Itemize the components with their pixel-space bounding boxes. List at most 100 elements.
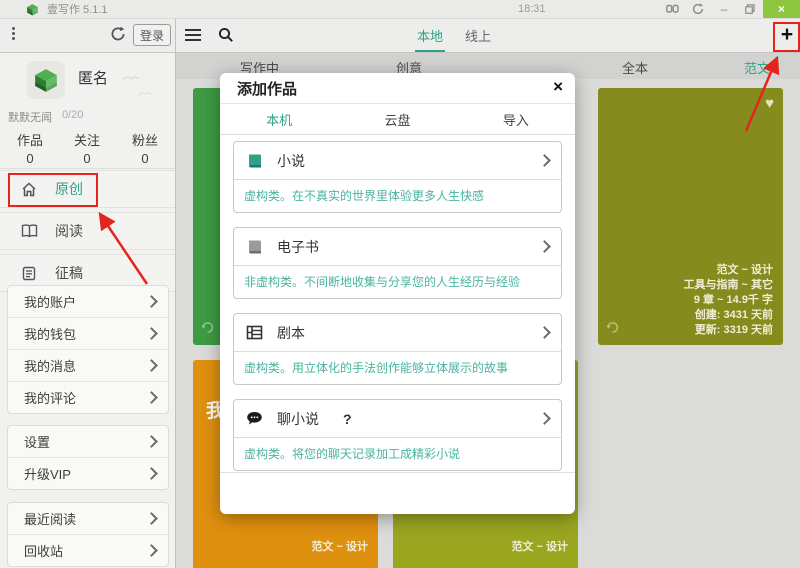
item-label: 我的账户 — [24, 292, 76, 311]
work-type-desc: 虚构类。在不真实的世界里体验更多人生快感 — [234, 179, 561, 212]
work-card-featured[interactable]: ♥ 范文 ~ 设计 工具与指南 ~ 其它 9 章 ~ 14.9千 字 创建: 3… — [598, 88, 783, 345]
tab-online[interactable]: 线上 — [463, 23, 493, 52]
card-meta-line: 创建: 3431 天前 — [683, 308, 773, 323]
sidebar-item-recycle-bin[interactable]: 回收站 — [8, 534, 168, 566]
work-type-novel[interactable]: 小说 虚构类。在不真实的世界里体验更多人生快感 — [233, 141, 562, 213]
sidebar-item-my-comments[interactable]: 我的评论 — [8, 381, 168, 413]
sidebar: 匿名 默默无闻 0/20 作品 0 关注 0 粉丝 0 原创 — [0, 52, 175, 568]
card-meta-line: 9 章 ~ 14.9千 字 — [683, 293, 773, 308]
minimize-icon[interactable]: – — [711, 0, 737, 18]
restore-icon[interactable] — [737, 0, 763, 18]
card-meta-line: 范文 ~ 设计 — [511, 540, 568, 555]
toolbar: 登录 本地 线上 + — [0, 18, 800, 53]
boss-key-icon[interactable] — [659, 0, 685, 18]
favorite-heart-icon[interactable]: ♥ — [765, 95, 774, 112]
close-window-button[interactable]: × — [763, 0, 800, 18]
chevron-right-icon — [538, 154, 551, 167]
card-meta: 范文 ~ 设计 工具与指南 ~ 其它 9 章 ~ 14.9千 字 创建: 343… — [683, 263, 773, 338]
chevron-right-icon — [145, 467, 158, 480]
card-meta-line: 工具与指南 ~ 其它 — [683, 278, 773, 293]
work-type-script[interactable]: 剧本 虚构类。用立体化的手法创作能够立体展示的故事 — [233, 313, 562, 385]
app-logo-icon — [26, 3, 39, 16]
sidebar-item-recent-reading[interactable]: 最近阅读 — [8, 503, 168, 534]
stat-label: 粉丝 — [119, 130, 171, 149]
divider — [0, 168, 175, 169]
kebab-menu-icon[interactable] — [12, 27, 15, 40]
chevron-right-icon — [145, 359, 158, 372]
tab-local[interactable]: 本地 — [415, 23, 445, 52]
history-icon[interactable] — [201, 321, 214, 339]
stat-label: 关注 — [61, 130, 113, 149]
card-meta: 范文 ~ 设计 — [311, 540, 368, 555]
stat-value: 0 — [4, 151, 56, 166]
window-controls: – × — [659, 0, 800, 18]
hamburger-menu-icon[interactable] — [185, 29, 201, 41]
sidebar-item-my-wallet[interactable]: 我的钱包 — [8, 317, 168, 349]
avatar[interactable] — [27, 61, 65, 99]
card-meta-line: 范文 ~ 设计 — [311, 540, 368, 555]
sidebar-group-recent: 最近阅读 回收站 — [7, 502, 169, 567]
help-icon[interactable]: ? — [343, 411, 352, 427]
modal-tab-import[interactable]: 导入 — [457, 104, 575, 134]
modal-footer — [220, 472, 575, 514]
sidebar-group-settings: 设置 升级VIP — [7, 425, 169, 490]
sidebar-item-my-messages[interactable]: 我的消息 — [8, 349, 168, 381]
stat-fans[interactable]: 粉丝 0 — [119, 130, 171, 166]
sidebar-item-label: 征稿 — [55, 263, 83, 283]
clock: 18:31 — [518, 3, 546, 15]
stat-works[interactable]: 作品 0 — [4, 130, 56, 166]
card-meta-line: 范文 ~ 设计 — [683, 263, 773, 278]
open-book-icon — [20, 224, 38, 238]
sidebar-group-account: 我的账户 我的钱包 我的消息 我的评论 — [7, 285, 169, 414]
modal-close-icon[interactable]: × — [553, 77, 563, 97]
stat-following[interactable]: 关注 0 — [61, 130, 113, 166]
bird-watermark — [138, 90, 152, 97]
stat-label: 作品 — [4, 130, 56, 149]
item-label: 升级VIP — [24, 464, 71, 483]
chevron-right-icon — [145, 435, 158, 448]
bird-watermark — [122, 74, 140, 82]
chevron-right-icon — [145, 391, 158, 404]
chevron-right-icon — [538, 240, 551, 253]
chevron-right-icon — [145, 327, 158, 340]
ebook-icon — [246, 239, 263, 255]
card-meta: 范文 ~ 设计 — [511, 540, 568, 555]
item-label: 设置 — [24, 432, 50, 451]
work-type-label: 电子书 — [277, 237, 319, 257]
sidebar-item-my-account[interactable]: 我的账户 — [8, 286, 168, 317]
sync-icon[interactable] — [685, 0, 711, 18]
work-type-ebook[interactable]: 电子书 非虚构类。不间断地收集与分享您的人生经历与经验 — [233, 227, 562, 299]
edit-pencil-icon[interactable] — [768, 59, 780, 77]
work-type-chat-novel[interactable]: 聊小说 ? 虚构类。将您的聊天记录加工成精彩小说 — [233, 399, 562, 471]
sidebar-item-upgrade-vip[interactable]: 升级VIP — [8, 457, 168, 489]
avatar-book-icon — [33, 67, 59, 93]
sidebar-item-settings[interactable]: 设置 — [8, 426, 168, 457]
add-work-modal: 添加作品 × 本机 云盘 导入 小说 虚构类。在不真实的世界里体验更多人生快感 … — [220, 73, 575, 514]
item-label: 最近阅读 — [24, 509, 76, 528]
subtab-full[interactable]: 全本 — [622, 58, 648, 77]
item-label: 回收站 — [24, 541, 63, 560]
chat-bubble-icon — [246, 411, 263, 426]
chevron-right-icon — [145, 295, 158, 308]
refresh-icon[interactable] — [110, 26, 126, 47]
sidebar-item-reading[interactable]: 阅读 — [0, 212, 175, 250]
stat-value: 0 — [119, 151, 171, 166]
work-type-label: 小说 — [277, 151, 305, 171]
add-work-button[interactable]: + — [774, 22, 800, 48]
novel-book-icon — [246, 153, 263, 169]
search-icon[interactable] — [218, 27, 234, 48]
modal-body: 小说 虚构类。在不真实的世界里体验更多人生快感 电子书 非虚构类。不间断地收集与… — [220, 135, 575, 471]
work-type-desc: 虚构类。用立体化的手法创作能够立体展示的故事 — [234, 351, 561, 384]
login-button[interactable]: 登录 — [133, 24, 171, 46]
subtab-samples[interactable]: 范文 — [744, 58, 770, 77]
level-label: 默默无闻 — [8, 109, 52, 125]
work-type-desc: 非虚构类。不间断地收集与分享您的人生经历与经验 — [234, 265, 561, 298]
item-label: 我的钱包 — [24, 324, 76, 343]
modal-tab-local[interactable]: 本机 — [220, 104, 338, 134]
history-icon[interactable] — [606, 321, 619, 339]
window-title: 壹写作 5.1.1 — [47, 1, 108, 17]
sidebar-item-original[interactable]: 原创 — [0, 170, 175, 208]
chevron-right-icon — [538, 412, 551, 425]
modal-tab-cloud[interactable]: 云盘 — [338, 104, 456, 134]
card-meta-line: 更新: 3319 天前 — [683, 323, 773, 338]
